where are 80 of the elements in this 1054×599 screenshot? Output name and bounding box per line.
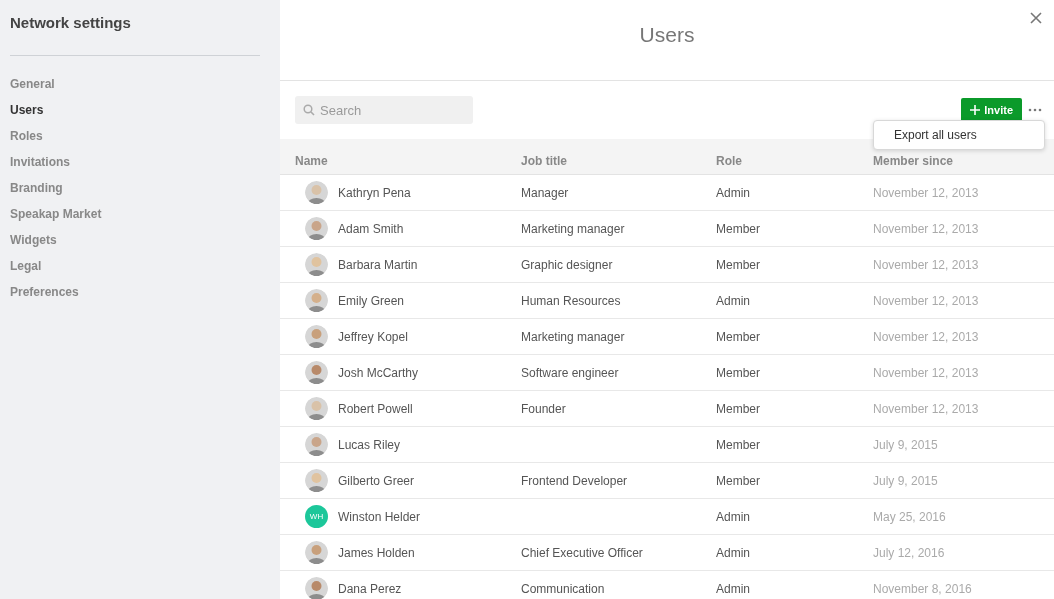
- user-name: Gilberto Greer: [338, 472, 415, 490]
- sidebar-item[interactable]: Branding: [10, 174, 270, 201]
- user-role: Member: [716, 256, 761, 274]
- user-name: Robert Powell: [338, 400, 413, 418]
- avatar-icon: [305, 469, 328, 492]
- member-since-date: November 12, 2013: [873, 256, 980, 274]
- search-field[interactable]: Search: [295, 96, 473, 124]
- user-role: Member: [716, 436, 761, 454]
- job-title: Human Resources: [521, 292, 622, 310]
- column-header: Name: [295, 152, 329, 170]
- avatar-icon: [305, 361, 328, 384]
- member-since-date: July 9, 2015: [873, 472, 939, 490]
- sidebar-item[interactable]: Legal: [10, 252, 270, 279]
- member-since-date: November 12, 2013: [873, 328, 980, 346]
- member-since-date: November 12, 2013: [873, 184, 980, 202]
- job-title: Chief Executive Officer: [521, 544, 644, 562]
- job-title: Frontend Developer: [521, 472, 629, 490]
- member-since-date: July 12, 2016: [873, 544, 946, 562]
- user-name: Winston Helder: [338, 508, 421, 526]
- job-title: Graphic designer: [521, 256, 614, 274]
- avatar-icon: [305, 433, 328, 456]
- close-button[interactable]: [1030, 12, 1042, 24]
- user-role: Member: [716, 220, 761, 238]
- avatar-icon: [305, 577, 328, 599]
- job-title: Marketing manager: [521, 328, 626, 346]
- avatar-icon: [305, 181, 328, 204]
- sidebar-item[interactable]: Users: [10, 96, 270, 123]
- member-since-date: November 12, 2013: [873, 400, 980, 418]
- user-name: Lucas Riley: [338, 436, 401, 454]
- user-role: Admin: [716, 580, 751, 598]
- avatar-icon: [305, 325, 328, 348]
- member-since-date: November 12, 2013: [873, 364, 980, 382]
- user-name: Kathryn Pena: [338, 184, 411, 202]
- member-since-date: November 12, 2013: [873, 220, 980, 238]
- member-since-date: May 25, 2016: [873, 508, 947, 526]
- user-role: Admin: [716, 508, 751, 526]
- user-role: Admin: [716, 184, 751, 202]
- user-role: Admin: [716, 292, 751, 310]
- avatar-icon: [305, 217, 328, 240]
- member-since-date: November 12, 2013: [873, 292, 980, 310]
- job-title: Communication: [521, 580, 606, 598]
- job-title: Founder: [521, 400, 567, 418]
- sidebar-item[interactable]: Invitations: [10, 148, 270, 175]
- column-header: Member since: [873, 152, 955, 170]
- user-name: Dana Perez: [338, 580, 402, 598]
- member-since-date: November 8, 2016: [873, 580, 973, 598]
- sidebar-item[interactable]: General: [10, 70, 270, 97]
- sidebar-title: Network settings: [10, 12, 260, 56]
- menu-item[interactable]: Export all users: [874, 124, 1044, 146]
- user-role: Member: [716, 472, 761, 490]
- user-role: Member: [716, 364, 761, 382]
- avatar-icon: [305, 289, 328, 312]
- user-name: Josh McCarthy: [338, 364, 419, 382]
- sidebar-item[interactable]: Roles: [10, 122, 270, 149]
- avatar-icon: [305, 541, 328, 564]
- member-since-date: July 9, 2015: [873, 436, 939, 454]
- job-title: Software engineer: [521, 364, 620, 382]
- more-icon: [1028, 108, 1042, 112]
- plus-icon: [970, 105, 981, 115]
- user-name: Emily Green: [338, 292, 405, 310]
- avatar: WH: [305, 505, 328, 528]
- column-header: Job title: [521, 152, 568, 170]
- sidebar-item[interactable]: Preferences: [10, 278, 270, 305]
- close-icon: [1030, 12, 1042, 24]
- user-name: Barbara Martin: [338, 256, 418, 274]
- job-title: Manager: [521, 184, 570, 202]
- page-title: Users: [639, 22, 695, 49]
- user-role: Admin: [716, 544, 751, 562]
- avatar-icon: [305, 397, 328, 420]
- invite-button[interactable]: Invite: [961, 98, 1022, 122]
- sidebar-item[interactable]: Speakap Market: [10, 200, 270, 227]
- job-title: Marketing manager: [521, 220, 626, 238]
- avatar-icon: [305, 253, 328, 276]
- user-name: James Holden: [338, 544, 415, 562]
- user-name: Jeffrey Kopel: [338, 328, 408, 346]
- user-name: Adam Smith: [338, 220, 404, 238]
- sidebar-item[interactable]: Widgets: [10, 226, 270, 253]
- user-role: Member: [716, 328, 761, 346]
- user-role: Member: [716, 400, 761, 418]
- column-header: Role: [716, 152, 743, 170]
